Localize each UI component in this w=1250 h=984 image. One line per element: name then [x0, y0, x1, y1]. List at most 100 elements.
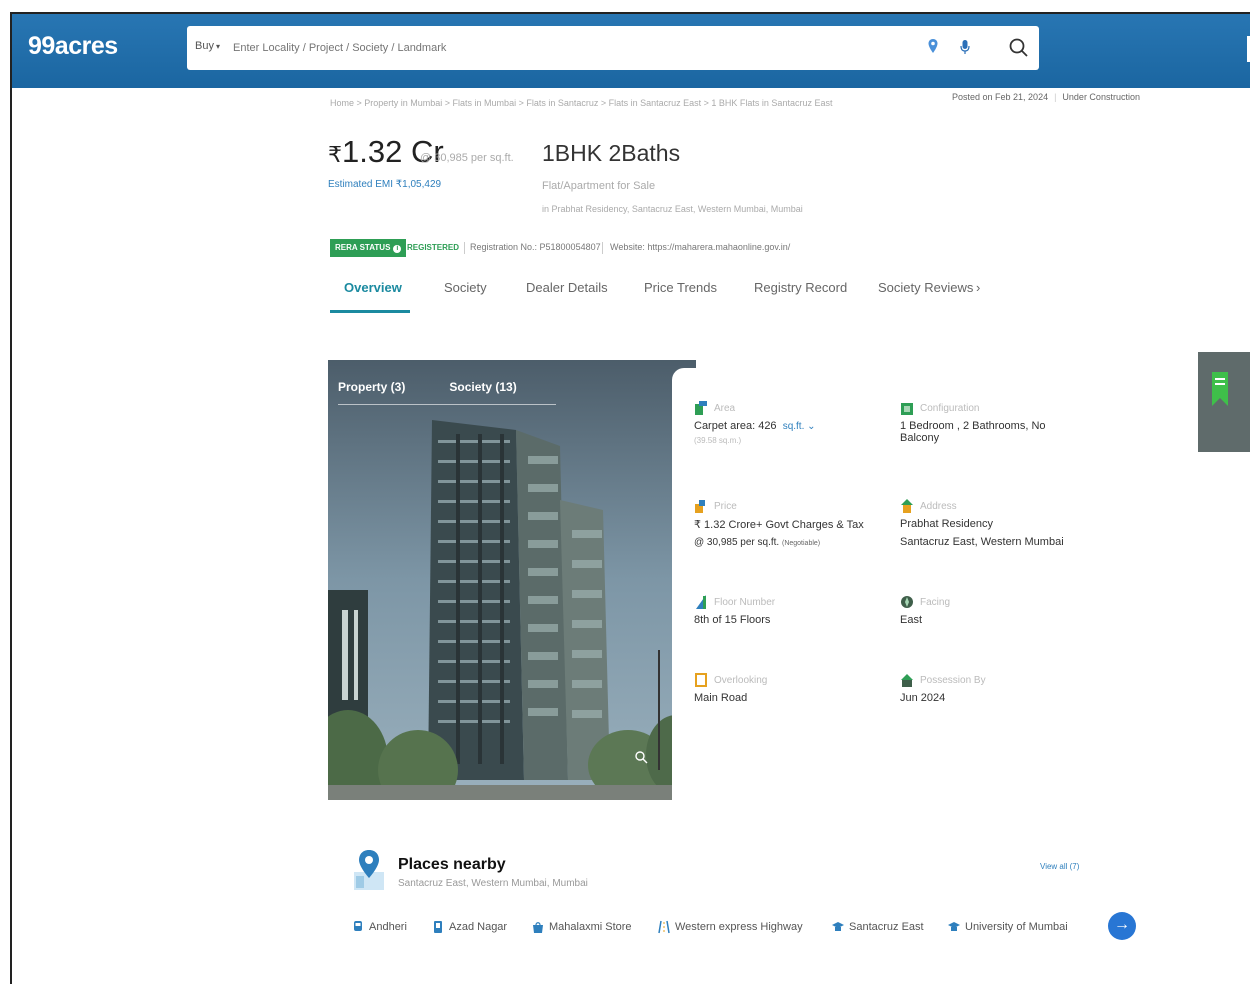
place-item-santacruz-east[interactable]: Santacruz East — [832, 920, 924, 934]
floor-value: 8th of 15 Floors — [694, 614, 771, 626]
divider — [464, 242, 465, 254]
overlooking-label: Overlooking — [714, 674, 768, 686]
detail-configuration: Configuration 1 Bedroom , 2 Bathrooms, N… — [900, 400, 1072, 445]
property-photo-gallery[interactable]: Property (3) Society (13) — [328, 360, 696, 800]
detail-facing: Facing East — [900, 594, 950, 626]
place-label: Azad Nagar — [449, 921, 508, 933]
detail-possession: Possession By Jun 2024 — [900, 672, 986, 704]
property-address: in Prabhat Residency, Santacruz East, We… — [542, 204, 803, 214]
possession-value: Jun 2024 — [900, 692, 946, 704]
chevron-right-icon[interactable]: › — [976, 280, 980, 295]
tab-registry-record[interactable]: Registry Record — [754, 280, 847, 295]
detail-price: Price ₹ 1.32 Crore+ Govt Charges & Tax @… — [694, 498, 864, 548]
area-value: Carpet area: 426 — [694, 420, 777, 432]
buy-dropdown[interactable]: Buy ▾ — [195, 40, 220, 52]
floor-label: Floor Number — [714, 596, 776, 608]
address-sub: Santacruz East, Western Mumbai — [900, 536, 1064, 548]
detail-overlooking: Overlooking Main Road — [694, 672, 767, 704]
price-detail-value: ₹ 1.32 Crore+ Govt Charges & Tax — [694, 519, 864, 531]
place-item-mahalaxmi-store[interactable]: Mahalaxmi Store — [532, 920, 632, 934]
detail-area: Area Carpet area: 426 sq.ft. ⌄ (39.58 sq… — [694, 400, 816, 445]
location-icon[interactable] — [927, 38, 939, 56]
site-logo[interactable]: 99acres — [28, 32, 118, 61]
estimated-emi-link[interactable]: Estimated EMI ₹1,05,429 — [328, 179, 441, 190]
mic-icon[interactable] — [959, 38, 971, 56]
facing-value: East — [900, 614, 923, 626]
property-type: Flat/Apartment for Sale — [542, 180, 656, 192]
arrow-right-icon: → — [1114, 916, 1130, 933]
price-per-sqft-detail: @ 30,985 per sq.ft. — [694, 537, 780, 548]
place-item-western-express-highway[interactable]: Western express Highway — [658, 920, 803, 934]
area-unit-label: sq.ft. — [782, 421, 805, 432]
chevron-down-icon: ⌄ — [807, 421, 816, 432]
tab-society[interactable]: Society — [444, 280, 487, 295]
configuration-label: Configuration — [920, 402, 980, 414]
detail-tabs: Overview Society Dealer Details Price Tr… — [330, 276, 1010, 316]
address-value: Prabhat Residency — [900, 518, 993, 530]
construction-status: Under Construction — [1062, 92, 1140, 102]
chevron-down-icon: ▾ — [215, 42, 220, 51]
place-label: Santacruz East — [849, 921, 924, 933]
currency-symbol: ₹ — [328, 142, 342, 167]
negotiable-label: (Negotiable) — [781, 540, 821, 547]
places-nearby-subtitle: Santacruz East, Western Mumbai, Mumbai — [398, 878, 588, 889]
detail-floor: Floor Number 8th of 15 Floors — [694, 594, 775, 626]
map-pin-icon — [354, 850, 384, 890]
posted-info: Posted on Feb 21, 2024 | Under Constructio… — [952, 92, 1140, 102]
address-label: Address — [920, 500, 957, 512]
view-all-link[interactable]: View all (7) — [1040, 862, 1079, 871]
gallery-tab-underline — [338, 404, 556, 405]
place-item-university-of-mumbai[interactable]: University of Mumbai — [948, 920, 1068, 934]
active-tab-indicator — [330, 310, 410, 313]
area-unit-dropdown[interactable]: sq.ft. ⌄ — [783, 421, 816, 432]
tab-dealer-details[interactable]: Dealer Details — [526, 280, 608, 295]
detail-address: Address Prabhat Residency Santacruz East… — [900, 498, 1064, 548]
overlooking-value: Main Road — [694, 692, 748, 704]
rera-status-badge[interactable]: RERA STATUS i — [330, 239, 407, 257]
price-per-sqft: @ 30,985 per sq.ft. — [420, 152, 514, 164]
place-item-azad-nagar[interactable]: Azad Nagar — [432, 920, 507, 934]
search-icon[interactable] — [1007, 36, 1031, 60]
configuration-icon — [901, 403, 913, 415]
area-label: Area — [714, 402, 736, 414]
divider — [602, 242, 603, 254]
possession-icon — [901, 674, 913, 687]
compass-icon — [901, 596, 913, 608]
place-label: Western express Highway — [675, 921, 803, 933]
tab-overview[interactable]: Overview — [344, 280, 402, 295]
zoom-icon[interactable] — [634, 750, 648, 764]
configuration-value: 1 Bedroom , 2 Bathrooms, No Balcony — [900, 420, 1046, 444]
breadcrumb[interactable]: Home > Property in Mumbai > Flats in Mum… — [330, 98, 832, 108]
area-icon — [695, 401, 707, 415]
tab-society-reviews[interactable]: Society Reviews — [878, 280, 973, 295]
place-label: Andheri — [369, 921, 407, 933]
overlooking-icon — [695, 673, 707, 687]
property-details-panel: Area Carpet area: 426 sq.ft. ⌄ (39.58 sq… — [672, 368, 1072, 808]
rera-website[interactable]: Website: https://maharera.mahaonline.gov… — [610, 242, 790, 252]
gallery-tab-society[interactable]: Society (13) — [449, 380, 516, 394]
shop-icon — [533, 922, 543, 933]
floor-icon — [696, 595, 706, 609]
search-input[interactable] — [233, 36, 873, 60]
rera-status-label: RERA STATUS — [335, 243, 391, 252]
gallery-tabs: Property (3) Society (13) — [338, 380, 561, 394]
tab-price-trends[interactable]: Price Trends — [644, 280, 717, 295]
places-nearby-title: Places nearby — [398, 856, 506, 873]
next-places-button[interactable]: → — [1108, 912, 1136, 940]
address-icon — [901, 499, 913, 513]
search-bar: Buy ▾ — [187, 26, 1039, 70]
graduation-cap-icon — [948, 922, 960, 931]
gallery-tab-property[interactable]: Property (3) — [338, 380, 405, 394]
shortlist-float-button[interactable] — [1198, 352, 1250, 452]
possession-label: Possession By — [920, 674, 986, 686]
road-icon — [658, 920, 670, 934]
info-icon: i — [393, 245, 402, 253]
rera-registration-number: Registration No.: P51800054807 — [470, 242, 601, 252]
page-frame: 99acres Buy▾ Home > Property in Mumbai >… — [10, 12, 1250, 984]
place-item-andheri[interactable]: Andheri — [352, 920, 407, 934]
school-icon — [832, 922, 844, 931]
listing-title: 1BHK 2Baths — [542, 140, 681, 166]
rera-registered-label: REGISTERED — [407, 243, 460, 252]
building-photo — [328, 360, 696, 800]
metro-icon — [434, 921, 442, 933]
